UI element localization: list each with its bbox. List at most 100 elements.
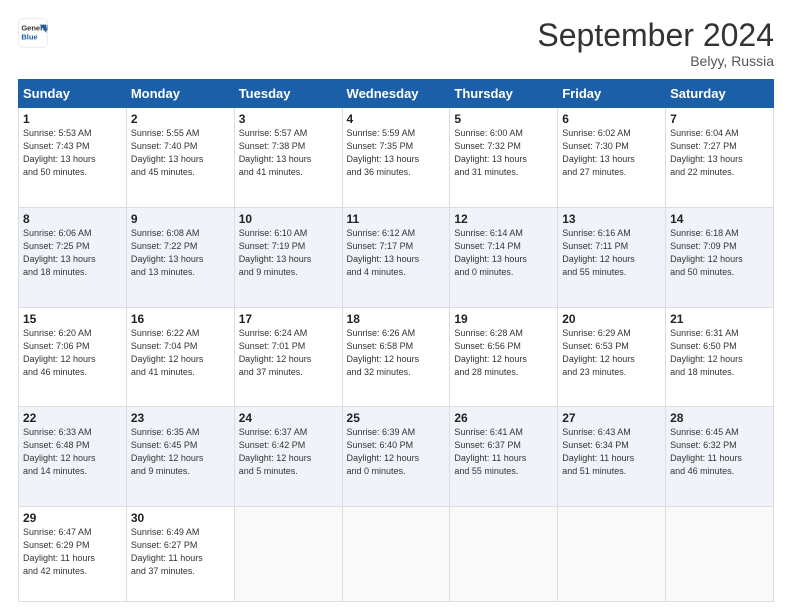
calendar-day-cell: 5Sunrise: 6:00 AM Sunset: 7:32 PM Daylig… xyxy=(450,108,558,208)
calendar-day-cell: 10Sunrise: 6:10 AM Sunset: 7:19 PM Dayli… xyxy=(234,207,342,307)
calendar-day-cell: 18Sunrise: 6:26 AM Sunset: 6:58 PM Dayli… xyxy=(342,307,450,407)
calendar-day-cell: 3Sunrise: 5:57 AM Sunset: 7:38 PM Daylig… xyxy=(234,108,342,208)
calendar-week-row: 29Sunrise: 6:47 AM Sunset: 6:29 PM Dayli… xyxy=(19,507,774,602)
day-info: Sunrise: 6:29 AM Sunset: 6:53 PM Dayligh… xyxy=(562,327,661,379)
day-number: 5 xyxy=(454,112,553,126)
logo-icon: General Blue xyxy=(18,18,48,48)
day-info: Sunrise: 6:14 AM Sunset: 7:14 PM Dayligh… xyxy=(454,227,553,279)
day-number: 27 xyxy=(562,411,661,425)
svg-text:Blue: Blue xyxy=(21,33,37,42)
calendar-day-cell: 29Sunrise: 6:47 AM Sunset: 6:29 PM Dayli… xyxy=(19,507,127,602)
day-number: 17 xyxy=(239,312,338,326)
day-info: Sunrise: 6:16 AM Sunset: 7:11 PM Dayligh… xyxy=(562,227,661,279)
day-info: Sunrise: 6:24 AM Sunset: 7:01 PM Dayligh… xyxy=(239,327,338,379)
calendar-day-cell: 28Sunrise: 6:45 AM Sunset: 6:32 PM Dayli… xyxy=(666,407,774,507)
day-info: Sunrise: 5:55 AM Sunset: 7:40 PM Dayligh… xyxy=(131,127,230,179)
day-number: 13 xyxy=(562,212,661,226)
page: General Blue September 2024 Belyy, Russi… xyxy=(0,0,792,612)
calendar-day-cell: 20Sunrise: 6:29 AM Sunset: 6:53 PM Dayli… xyxy=(558,307,666,407)
day-number: 22 xyxy=(23,411,122,425)
day-info: Sunrise: 6:18 AM Sunset: 7:09 PM Dayligh… xyxy=(670,227,769,279)
day-number: 16 xyxy=(131,312,230,326)
month-title: September 2024 xyxy=(537,18,774,53)
calendar-day-cell: 30Sunrise: 6:49 AM Sunset: 6:27 PM Dayli… xyxy=(126,507,234,602)
day-info: Sunrise: 6:06 AM Sunset: 7:25 PM Dayligh… xyxy=(23,227,122,279)
calendar-day-cell: 8Sunrise: 6:06 AM Sunset: 7:25 PM Daylig… xyxy=(19,207,127,307)
day-number: 4 xyxy=(347,112,446,126)
calendar-day-cell: 11Sunrise: 6:12 AM Sunset: 7:17 PM Dayli… xyxy=(342,207,450,307)
calendar-day-cell: 27Sunrise: 6:43 AM Sunset: 6:34 PM Dayli… xyxy=(558,407,666,507)
day-info: Sunrise: 6:31 AM Sunset: 6:50 PM Dayligh… xyxy=(670,327,769,379)
day-info: Sunrise: 6:04 AM Sunset: 7:27 PM Dayligh… xyxy=(670,127,769,179)
day-info: Sunrise: 6:02 AM Sunset: 7:30 PM Dayligh… xyxy=(562,127,661,179)
calendar-day-cell: 14Sunrise: 6:18 AM Sunset: 7:09 PM Dayli… xyxy=(666,207,774,307)
day-info: Sunrise: 6:00 AM Sunset: 7:32 PM Dayligh… xyxy=(454,127,553,179)
day-number: 19 xyxy=(454,312,553,326)
day-info: Sunrise: 6:35 AM Sunset: 6:45 PM Dayligh… xyxy=(131,426,230,478)
calendar-day-cell xyxy=(666,507,774,602)
calendar-day-cell: 24Sunrise: 6:37 AM Sunset: 6:42 PM Dayli… xyxy=(234,407,342,507)
calendar-day-cell: 15Sunrise: 6:20 AM Sunset: 7:06 PM Dayli… xyxy=(19,307,127,407)
weekday-header-monday: Monday xyxy=(126,80,234,108)
calendar-day-cell: 4Sunrise: 5:59 AM Sunset: 7:35 PM Daylig… xyxy=(342,108,450,208)
calendar-day-cell xyxy=(450,507,558,602)
day-number: 3 xyxy=(239,112,338,126)
calendar-day-cell: 12Sunrise: 6:14 AM Sunset: 7:14 PM Dayli… xyxy=(450,207,558,307)
day-info: Sunrise: 6:22 AM Sunset: 7:04 PM Dayligh… xyxy=(131,327,230,379)
day-info: Sunrise: 5:59 AM Sunset: 7:35 PM Dayligh… xyxy=(347,127,446,179)
day-info: Sunrise: 6:43 AM Sunset: 6:34 PM Dayligh… xyxy=(562,426,661,478)
calendar-day-cell: 2Sunrise: 5:55 AM Sunset: 7:40 PM Daylig… xyxy=(126,108,234,208)
calendar-day-cell: 6Sunrise: 6:02 AM Sunset: 7:30 PM Daylig… xyxy=(558,108,666,208)
calendar-day-cell xyxy=(234,507,342,602)
calendar-week-row: 15Sunrise: 6:20 AM Sunset: 7:06 PM Dayli… xyxy=(19,307,774,407)
day-info: Sunrise: 6:20 AM Sunset: 7:06 PM Dayligh… xyxy=(23,327,122,379)
day-number: 1 xyxy=(23,112,122,126)
weekday-header-row: SundayMondayTuesdayWednesdayThursdayFrid… xyxy=(19,80,774,108)
calendar-week-row: 22Sunrise: 6:33 AM Sunset: 6:48 PM Dayli… xyxy=(19,407,774,507)
day-info: Sunrise: 5:53 AM Sunset: 7:43 PM Dayligh… xyxy=(23,127,122,179)
calendar-day-cell: 25Sunrise: 6:39 AM Sunset: 6:40 PM Dayli… xyxy=(342,407,450,507)
calendar-day-cell: 19Sunrise: 6:28 AM Sunset: 6:56 PM Dayli… xyxy=(450,307,558,407)
day-info: Sunrise: 6:47 AM Sunset: 6:29 PM Dayligh… xyxy=(23,526,122,578)
day-info: Sunrise: 6:26 AM Sunset: 6:58 PM Dayligh… xyxy=(347,327,446,379)
calendar-day-cell: 9Sunrise: 6:08 AM Sunset: 7:22 PM Daylig… xyxy=(126,207,234,307)
day-number: 6 xyxy=(562,112,661,126)
location: Belyy, Russia xyxy=(537,53,774,69)
day-info: Sunrise: 6:08 AM Sunset: 7:22 PM Dayligh… xyxy=(131,227,230,279)
day-number: 8 xyxy=(23,212,122,226)
day-number: 30 xyxy=(131,511,230,525)
day-number: 14 xyxy=(670,212,769,226)
calendar-week-row: 8Sunrise: 6:06 AM Sunset: 7:25 PM Daylig… xyxy=(19,207,774,307)
day-number: 25 xyxy=(347,411,446,425)
day-number: 28 xyxy=(670,411,769,425)
weekday-header-wednesday: Wednesday xyxy=(342,80,450,108)
day-number: 24 xyxy=(239,411,338,425)
weekday-header-saturday: Saturday xyxy=(666,80,774,108)
day-number: 12 xyxy=(454,212,553,226)
day-info: Sunrise: 6:33 AM Sunset: 6:48 PM Dayligh… xyxy=(23,426,122,478)
calendar-day-cell: 7Sunrise: 6:04 AM Sunset: 7:27 PM Daylig… xyxy=(666,108,774,208)
calendar-day-cell: 26Sunrise: 6:41 AM Sunset: 6:37 PM Dayli… xyxy=(450,407,558,507)
weekday-header-tuesday: Tuesday xyxy=(234,80,342,108)
day-number: 2 xyxy=(131,112,230,126)
day-number: 10 xyxy=(239,212,338,226)
day-info: Sunrise: 6:39 AM Sunset: 6:40 PM Dayligh… xyxy=(347,426,446,478)
day-info: Sunrise: 6:10 AM Sunset: 7:19 PM Dayligh… xyxy=(239,227,338,279)
calendar-day-cell: 22Sunrise: 6:33 AM Sunset: 6:48 PM Dayli… xyxy=(19,407,127,507)
day-number: 23 xyxy=(131,411,230,425)
calendar-day-cell: 17Sunrise: 6:24 AM Sunset: 7:01 PM Dayli… xyxy=(234,307,342,407)
day-number: 7 xyxy=(670,112,769,126)
calendar-table: SundayMondayTuesdayWednesdayThursdayFrid… xyxy=(18,79,774,602)
day-number: 18 xyxy=(347,312,446,326)
calendar-day-cell: 23Sunrise: 6:35 AM Sunset: 6:45 PM Dayli… xyxy=(126,407,234,507)
calendar-day-cell: 1Sunrise: 5:53 AM Sunset: 7:43 PM Daylig… xyxy=(19,108,127,208)
day-number: 11 xyxy=(347,212,446,226)
logo: General Blue xyxy=(18,18,48,48)
day-info: Sunrise: 6:49 AM Sunset: 6:27 PM Dayligh… xyxy=(131,526,230,578)
weekday-header-thursday: Thursday xyxy=(450,80,558,108)
day-info: Sunrise: 6:28 AM Sunset: 6:56 PM Dayligh… xyxy=(454,327,553,379)
calendar-day-cell xyxy=(342,507,450,602)
day-number: 20 xyxy=(562,312,661,326)
title-block: September 2024 Belyy, Russia xyxy=(537,18,774,69)
day-info: Sunrise: 6:12 AM Sunset: 7:17 PM Dayligh… xyxy=(347,227,446,279)
